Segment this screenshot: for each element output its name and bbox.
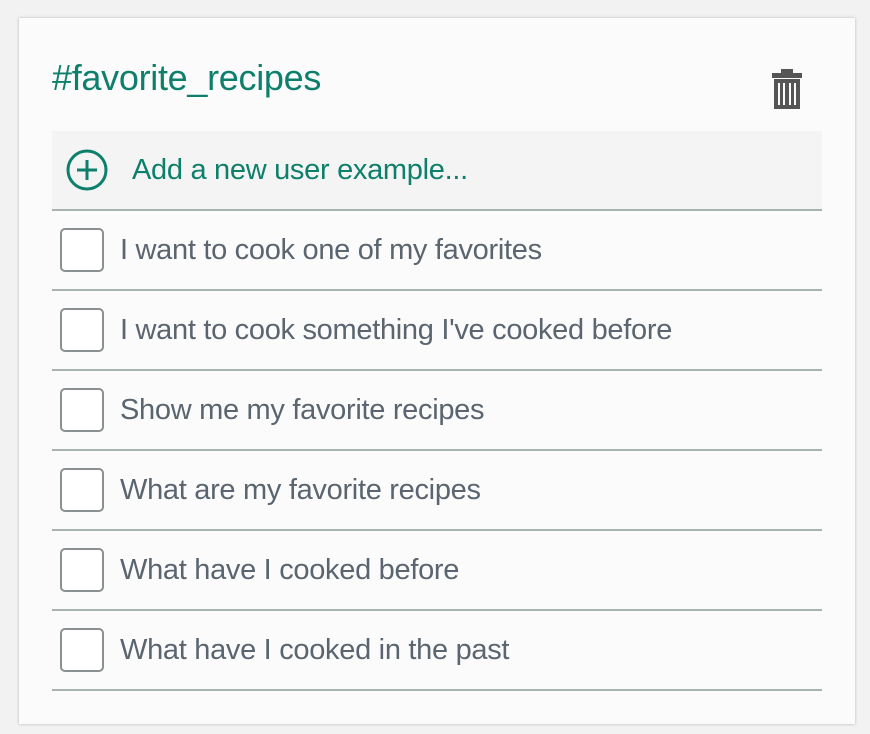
example-row: I want to cook one of my favorites (52, 211, 822, 291)
add-example-label: Add a new user example... (132, 153, 468, 186)
example-row: What are my favorite recipes (52, 451, 822, 531)
example-row: What have I cooked in the past (52, 611, 822, 691)
intent-card: #favorite_recipes Add a new user example… (19, 18, 855, 724)
example-row: Show me my favorite recipes (52, 371, 822, 451)
example-text: Show me my favorite recipes (120, 393, 485, 426)
example-checkbox[interactable] (60, 548, 104, 592)
delete-button[interactable] (770, 68, 804, 110)
example-row: What have I cooked before (52, 531, 822, 611)
examples-list: Add a new user example... I want to cook… (52, 131, 822, 691)
example-checkbox[interactable] (60, 628, 104, 672)
example-checkbox[interactable] (60, 228, 104, 272)
intent-title: #favorite_recipes (52, 57, 322, 98)
example-text: What have I cooked in the past (120, 633, 510, 666)
example-text: What have I cooked before (120, 553, 460, 586)
example-checkbox[interactable] (60, 388, 104, 432)
example-text: I want to cook one of my favorites (120, 233, 542, 266)
example-text: I want to cook something I've cooked bef… (120, 313, 673, 346)
example-text: What are my favorite recipes (120, 473, 481, 506)
add-example-button[interactable]: Add a new user example... (52, 131, 822, 211)
trash-icon (772, 69, 802, 109)
example-checkbox[interactable] (60, 468, 104, 512)
intent-header: #favorite_recipes (52, 56, 822, 116)
example-row: I want to cook something I've cooked bef… (52, 291, 822, 371)
example-checkbox[interactable] (60, 308, 104, 352)
plus-circle-icon (66, 149, 108, 191)
